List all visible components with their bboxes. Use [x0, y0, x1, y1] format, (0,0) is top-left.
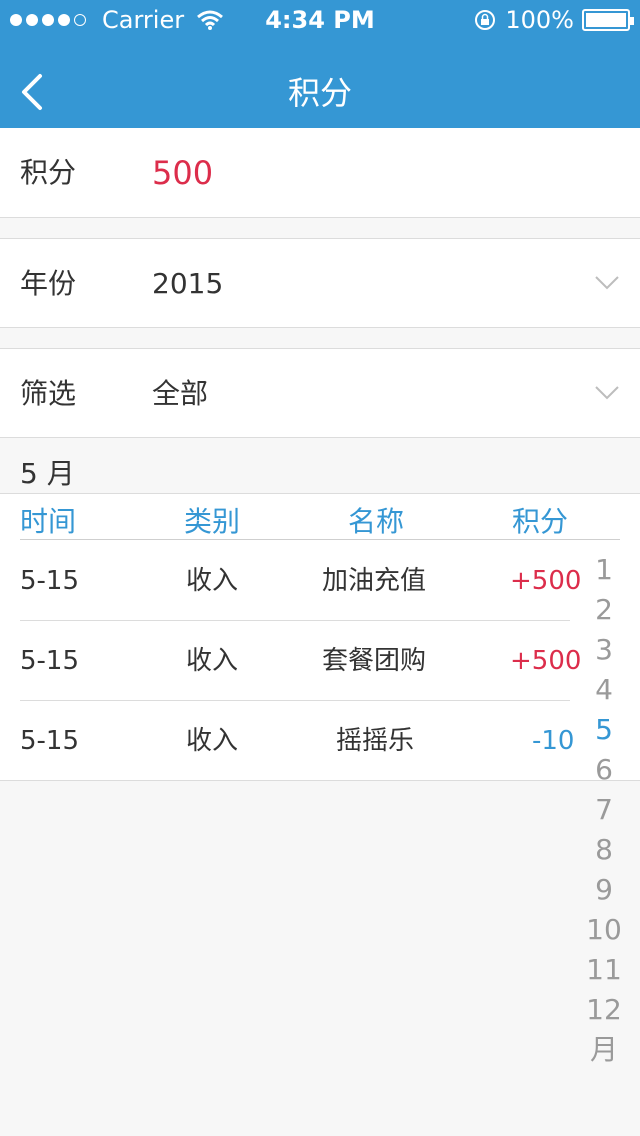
battery-group: 100%	[473, 6, 634, 34]
points-row: 积分 500	[0, 128, 640, 218]
month-index-8[interactable]: 8	[574, 830, 634, 870]
row-time: 5-15	[20, 726, 80, 756]
points-table: 时间 类别 名称 积分 5-15 收入 加油充值 +500 5-15 收入 套餐…	[0, 493, 640, 781]
chevron-down-icon	[595, 386, 619, 400]
page-title: 积分	[287, 74, 352, 112]
table-row[interactable]: 5-15 收入 套餐团购 +500	[20, 621, 581, 701]
points-label: 积分	[20, 156, 77, 189]
month-index-5[interactable]: 5	[574, 710, 634, 750]
rotation-lock-icon	[475, 10, 496, 30]
month-index-3[interactable]: 3	[574, 630, 634, 670]
table-row[interactable]: 5-15 收入 加油充值 +500	[20, 541, 581, 621]
month-index-11[interactable]: 11	[574, 950, 634, 990]
month-index-10[interactable]: 10	[574, 910, 634, 950]
year-value: 2015	[152, 267, 224, 300]
month-index-9[interactable]: 9	[574, 870, 634, 910]
filter-value: 全部	[152, 377, 209, 410]
row-category: 收入	[186, 726, 239, 756]
year-selector[interactable]: 年份 2015	[0, 238, 640, 328]
month-index-1[interactable]: 1	[574, 550, 634, 590]
filter-selector[interactable]: 筛选 全部	[0, 348, 640, 438]
column-header-time: 时间	[20, 505, 77, 538]
column-header-category: 类别	[184, 505, 241, 538]
filter-label: 筛选	[20, 377, 77, 410]
month-index-bar: 1 2 3 4 5 6 7 8 9 10 11 12 月	[574, 550, 634, 1070]
row-points: +500	[510, 566, 582, 596]
column-header-points: 积分	[512, 505, 569, 538]
month-index-4[interactable]: 4	[574, 670, 634, 710]
table-header: 时间 类别 名称 积分	[20, 494, 620, 540]
app-header: Carrier 4:34 PM 100% 积分	[0, 0, 640, 128]
year-label: 年份	[20, 267, 77, 300]
month-index-7[interactable]: 7	[574, 790, 634, 830]
battery-percent: 100%	[505, 6, 574, 34]
battery-icon	[582, 9, 634, 31]
month-index-6[interactable]: 6	[574, 750, 634, 790]
status-bar: Carrier 4:34 PM 100%	[0, 0, 640, 40]
month-index-suffix: 月	[589, 1033, 618, 1066]
column-header-name: 名称	[348, 505, 405, 538]
row-name: 摇摇乐	[336, 726, 415, 756]
row-time: 5-15	[20, 566, 80, 596]
row-name: 套餐团购	[322, 646, 427, 676]
points-value: 500	[152, 154, 214, 192]
row-name: 加油充值	[322, 566, 427, 596]
month-section-header: 5 月	[20, 457, 75, 490]
month-index-2[interactable]: 2	[574, 590, 634, 630]
row-category: 收入	[186, 646, 239, 676]
row-points: -10	[532, 726, 575, 756]
row-points: +500	[510, 646, 582, 676]
table-row[interactable]: 5-15 收入 摇摇乐 -10	[20, 701, 574, 781]
row-time: 5-15	[20, 646, 80, 676]
row-category: 收入	[186, 566, 239, 596]
chevron-down-icon	[595, 276, 619, 290]
month-index-12[interactable]: 12	[574, 990, 634, 1030]
